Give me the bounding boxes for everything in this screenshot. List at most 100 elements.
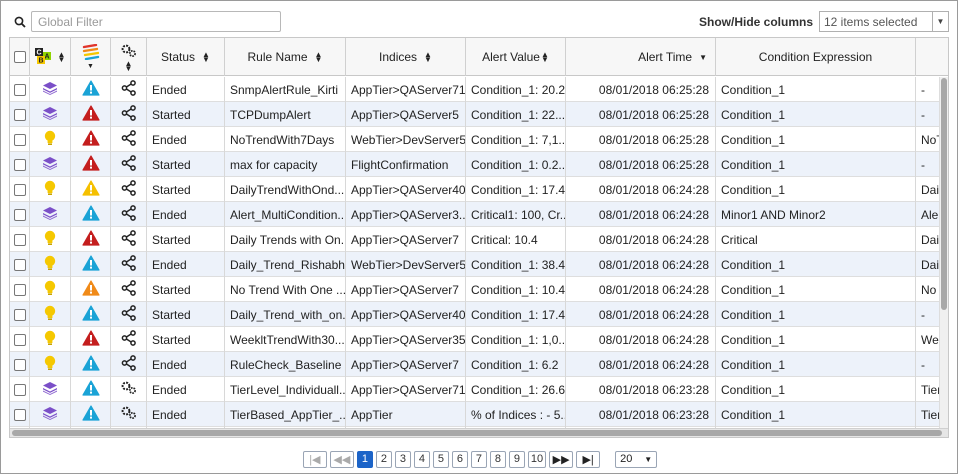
- sort-desc-icon[interactable]: ▼: [699, 53, 707, 62]
- row-checkbox[interactable]: [13, 83, 26, 96]
- rule-name-cell[interactable]: TierBased_AppTier_...: [225, 402, 346, 427]
- header-alert-time[interactable]: Alert Time ▼: [566, 38, 716, 76]
- rule-name-cell[interactable]: RuleCheck_Baseline: [225, 352, 346, 377]
- row-checkbox[interactable]: [13, 233, 26, 246]
- category-cell: [30, 77, 71, 102]
- page-button-8[interactable]: 8: [489, 450, 506, 468]
- table-row[interactable]: Started DailyTrendWithOnd... AppTier>QAS…: [10, 177, 948, 202]
- condition-expression-cell: Condition_1: [716, 102, 916, 127]
- share-nodes-icon[interactable]: [121, 205, 137, 224]
- rule-name-cell[interactable]: Alert_MultiCondition...: [225, 202, 346, 227]
- table-row[interactable]: Ended RuleCheck_Baseline AppTier>QAServe…: [10, 352, 948, 377]
- vertical-scrollbar[interactable]: [939, 77, 948, 429]
- share-nodes-icon[interactable]: [121, 230, 137, 249]
- header-rule-type[interactable]: ▲ ▼: [111, 38, 147, 76]
- sort-icon[interactable]: ▲ ▼: [125, 59, 133, 72]
- rule-name-cell[interactable]: TCPDumpAlert: [225, 102, 346, 127]
- table-row[interactable]: Started Daily Trends with On... AppTier>…: [10, 227, 948, 252]
- row-checkbox[interactable]: [13, 208, 26, 221]
- page-button-6[interactable]: 6: [451, 450, 468, 468]
- rule-name-cell[interactable]: TierLevel_Individuall...: [225, 377, 346, 402]
- rule-name-cell[interactable]: SnmpAlertRule_Kirti: [225, 77, 346, 102]
- rule-name-cell[interactable]: DailyTrendWithOnd...: [225, 177, 346, 202]
- last-page-button[interactable]: ▶|: [576, 450, 601, 468]
- table-row[interactable]: Ended SnmpAlertRule_Kirti AppTier>QAServ…: [10, 77, 948, 102]
- header-alert-value[interactable]: Alert Value ▲ ▼: [466, 38, 566, 76]
- table-row[interactable]: Ended Daily_Trend_Rishabh WebTier>DevSer…: [10, 252, 948, 277]
- global-filter-input[interactable]: [31, 11, 281, 32]
- sort-icon[interactable]: ▲ ▼: [58, 51, 66, 64]
- row-checkbox[interactable]: [13, 358, 26, 371]
- table-row[interactable]: Started max for capacity FlightConfirmat…: [10, 152, 948, 177]
- alert-value-cell: Condition_1: 20.2: [466, 77, 566, 102]
- row-checkbox[interactable]: [13, 183, 26, 196]
- select-all-checkbox[interactable]: [13, 51, 26, 63]
- share-nodes-icon[interactable]: [121, 330, 137, 349]
- rule-name-cell[interactable]: NoTrendWith7Days: [225, 127, 346, 152]
- row-checkbox[interactable]: [13, 108, 26, 121]
- header-condition-expression[interactable]: Condition Expression: [716, 38, 916, 76]
- table-row[interactable]: Started No Trend With One ... AppTier>QA…: [10, 277, 948, 302]
- header-status[interactable]: Status ▲ ▼: [147, 38, 225, 76]
- share-nodes-icon[interactable]: [121, 305, 137, 324]
- horizontal-scroll-thumb[interactable]: [12, 430, 942, 436]
- severity-cell: [71, 352, 111, 377]
- header-indices[interactable]: Indices ▲ ▼: [346, 38, 466, 76]
- row-checkbox[interactable]: [13, 283, 26, 296]
- header-category[interactable]: C A B ▲ ▼: [30, 38, 71, 76]
- gears-icon[interactable]: [121, 381, 137, 398]
- share-nodes-icon[interactable]: [121, 355, 137, 374]
- share-nodes-icon[interactable]: [121, 105, 137, 124]
- page-button-10[interactable]: 10: [527, 450, 547, 468]
- next-page-button[interactable]: ▶▶: [549, 450, 574, 468]
- page-button-7[interactable]: 7: [470, 450, 487, 468]
- rule-name-cell[interactable]: WeekltTrendWith30...: [225, 327, 346, 352]
- page-button-2[interactable]: 2: [375, 450, 392, 468]
- vertical-scroll-thumb[interactable]: [941, 78, 947, 310]
- rule-name-cell[interactable]: max for capacity: [225, 152, 346, 177]
- gears-icon[interactable]: [121, 406, 137, 423]
- sort-icon[interactable]: ▲ ▼: [315, 51, 323, 64]
- page-button-4[interactable]: 4: [413, 450, 430, 468]
- table-row[interactable]: Ended TierLevel_Individuall... AppTier>Q…: [10, 377, 948, 402]
- sort-icon[interactable]: ▲ ▼: [541, 51, 549, 64]
- rule-name-cell[interactable]: No Trend With One ...: [225, 277, 346, 302]
- table-row[interactable]: Ended NoTrendWith7Days WebTier>DevServer…: [10, 127, 948, 152]
- columns-multiselect[interactable]: 12 items selected ▼: [819, 11, 949, 32]
- chevron-down-icon[interactable]: ▼: [932, 12, 948, 31]
- share-nodes-icon[interactable]: [121, 130, 137, 149]
- row-checkbox[interactable]: [13, 258, 26, 271]
- share-nodes-icon[interactable]: [121, 255, 137, 274]
- table-row[interactable]: Started Daily_Trend_with_on... AppTier>Q…: [10, 302, 948, 327]
- row-checkbox[interactable]: [13, 158, 26, 171]
- page-button-5[interactable]: 5: [432, 450, 449, 468]
- share-nodes-icon[interactable]: [121, 280, 137, 299]
- table-row[interactable]: Started WeekltTrendWith30... AppTier>QAS…: [10, 327, 948, 352]
- horizontal-scrollbar[interactable]: [10, 428, 948, 437]
- row-checkbox[interactable]: [13, 408, 26, 421]
- first-page-button[interactable]: |◀: [302, 450, 327, 468]
- table-row[interactable]: Ended TierBased_AppTier_... AppTier % of…: [10, 402, 948, 427]
- share-nodes-icon[interactable]: [121, 155, 137, 174]
- header-severity[interactable]: ▼: [71, 38, 111, 76]
- page-size-select[interactable]: 20 ▼: [615, 450, 658, 468]
- row-checkbox[interactable]: [13, 333, 26, 346]
- sort-icon[interactable]: ▲ ▼: [424, 51, 432, 64]
- page-button-1[interactable]: 1: [356, 450, 373, 468]
- rule-name-cell[interactable]: Daily_Trend_Rishabh: [225, 252, 346, 277]
- sort-icon[interactable]: ▲ ▼: [202, 51, 210, 64]
- table-row[interactable]: Ended Alert_MultiCondition... AppTier>QA…: [10, 202, 948, 227]
- row-checkbox[interactable]: [13, 383, 26, 396]
- share-nodes-icon[interactable]: [121, 80, 137, 99]
- row-checkbox[interactable]: [13, 308, 26, 321]
- page-button-3[interactable]: 3: [394, 450, 411, 468]
- row-checkbox[interactable]: [13, 133, 26, 146]
- page-button-9[interactable]: 9: [508, 450, 525, 468]
- header-rule-name[interactable]: Rule Name ▲ ▼: [225, 38, 346, 76]
- rule-name-cell[interactable]: Daily_Trend_with_on...: [225, 302, 346, 327]
- prev-page-button[interactable]: ◀◀: [329, 450, 354, 468]
- rule-name-cell[interactable]: Daily Trends with On...: [225, 227, 346, 252]
- share-nodes-icon[interactable]: [121, 180, 137, 199]
- sort-down-icon[interactable]: ▼: [87, 63, 94, 70]
- table-row[interactable]: Started TCPDumpAlert AppTier>QAServer5 C…: [10, 102, 948, 127]
